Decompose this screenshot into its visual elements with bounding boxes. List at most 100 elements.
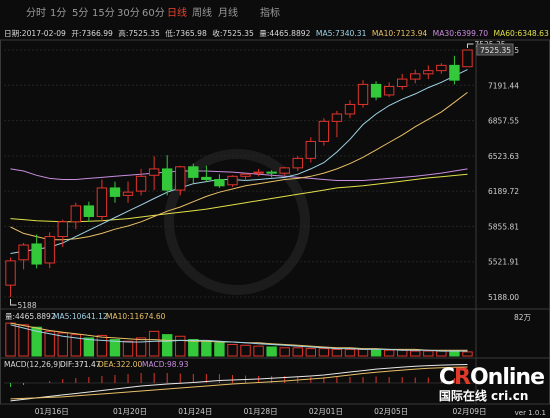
volume-bar xyxy=(383,349,395,357)
volume-bar xyxy=(436,350,447,357)
macd-name-label: MACD(12,26,9) xyxy=(4,360,61,369)
candle-up xyxy=(96,187,108,217)
volume-bar xyxy=(148,330,160,357)
volume-bar xyxy=(396,349,408,357)
date-axis-label: 01月20日 xyxy=(113,407,147,416)
volume-bar xyxy=(370,349,382,357)
date-axis-label: 01月16日 xyxy=(35,407,69,416)
volume-bar xyxy=(161,334,173,357)
date-axis-label: 02月05日 xyxy=(374,407,408,416)
candle-down xyxy=(161,168,173,191)
candle-up xyxy=(175,166,186,191)
volume-bar xyxy=(462,351,473,357)
volume-bar xyxy=(135,337,147,357)
candle-up xyxy=(5,260,16,286)
candle-up xyxy=(436,64,447,72)
price-axis-label: 6857.55 xyxy=(488,117,519,126)
last-price-label: 7525.35 xyxy=(480,46,511,55)
candle-down xyxy=(201,176,212,180)
volume-bar xyxy=(175,335,186,357)
price-axis-label: 6523.63 xyxy=(488,152,519,161)
volume-bar xyxy=(423,350,434,357)
low-marker-line xyxy=(10,299,17,306)
candle-up xyxy=(227,175,238,186)
candle-up xyxy=(18,244,29,261)
candle-up xyxy=(44,236,55,264)
candle-up xyxy=(240,173,251,177)
candle-down xyxy=(109,187,121,197)
kline-chart[interactable]: 7525.35 7191.44 6857.55 6523.63 6189.72 5855.… xyxy=(0,0,550,418)
candle-up xyxy=(331,113,343,122)
volume-axis-label: 82万 xyxy=(514,313,532,322)
volume-bar xyxy=(227,343,238,357)
volume-bar xyxy=(214,342,225,357)
candle-down xyxy=(83,205,95,217)
volume-bar xyxy=(292,347,303,357)
candle-up xyxy=(462,49,473,68)
date-axis-label: 02月09日 xyxy=(452,407,486,416)
candle-down xyxy=(31,243,42,265)
candle-up xyxy=(292,157,303,169)
candle-down xyxy=(449,64,460,81)
volume-bar xyxy=(18,324,29,357)
volume-bar xyxy=(83,337,95,357)
watermark-subtitle: 国际在线 cri.cn xyxy=(438,389,529,403)
candle-up xyxy=(57,221,68,238)
volume-ma10-label: MA10:11674.60 xyxy=(106,312,166,321)
volume-bar xyxy=(109,339,121,357)
candle-up xyxy=(423,70,434,75)
candle-up xyxy=(383,85,395,96)
price-axis-label: 6189.72 xyxy=(488,187,519,196)
price-axis-label: 7191.44 xyxy=(488,81,519,90)
volume-bar xyxy=(122,340,134,357)
volume-bar xyxy=(253,345,264,357)
price-axis-label: 5855.81 xyxy=(488,222,519,231)
candle-up xyxy=(135,175,147,192)
candle-up xyxy=(396,78,408,87)
candle-up xyxy=(279,167,290,174)
date-axis-label: 01月28日 xyxy=(244,407,278,416)
macd-dif-label: DIF:371.47 xyxy=(60,360,101,369)
candle-down xyxy=(188,166,199,178)
volume-bar xyxy=(318,348,330,357)
candle-up xyxy=(70,205,82,223)
volume-bar xyxy=(96,334,108,357)
volume-bar xyxy=(279,347,290,357)
volume-bar xyxy=(201,340,212,357)
candle-up xyxy=(344,103,356,115)
volume-bar xyxy=(305,348,317,357)
macd-value-label: MACD:98.93 xyxy=(142,360,189,369)
price-axis-label: 5188.00 xyxy=(488,293,519,302)
volume-bar xyxy=(357,348,369,357)
candle-up xyxy=(410,73,421,80)
volume-bar xyxy=(5,322,16,357)
candle-up xyxy=(318,120,330,142)
macd-dea-label: DEA:322.00 xyxy=(98,360,143,369)
ma5-line xyxy=(10,69,468,254)
low-marker-label: 5188 xyxy=(18,301,37,310)
volume-bar xyxy=(449,350,460,357)
version-label: ver 1.0.1 xyxy=(514,409,546,417)
candle-up xyxy=(357,83,369,105)
candle-up xyxy=(253,171,264,174)
candle-up xyxy=(122,191,134,196)
high-marker-line xyxy=(466,43,474,48)
volume-value-label: 量:4465.8892 xyxy=(5,312,56,321)
volume-ma5-label: MA5:10641.12 xyxy=(53,312,108,321)
volume-bar xyxy=(331,348,343,357)
candle-down xyxy=(266,171,277,174)
cri-online-watermark: CROnline 国际在线 cri.cn xyxy=(438,365,545,403)
date-axis-label: 01月24日 xyxy=(178,407,212,416)
volume-bar xyxy=(266,346,277,357)
date-axis-label: 02月01日 xyxy=(309,407,343,416)
ma30-line xyxy=(10,168,468,181)
candle-up xyxy=(305,140,317,159)
volume-bar xyxy=(44,330,55,357)
candle-up xyxy=(148,168,160,176)
candle-down xyxy=(370,83,382,98)
volume-bar xyxy=(344,348,356,357)
volume-bar xyxy=(410,350,421,357)
candle-down xyxy=(214,178,225,187)
volume-bar xyxy=(240,344,251,357)
volume-bar xyxy=(188,339,199,357)
